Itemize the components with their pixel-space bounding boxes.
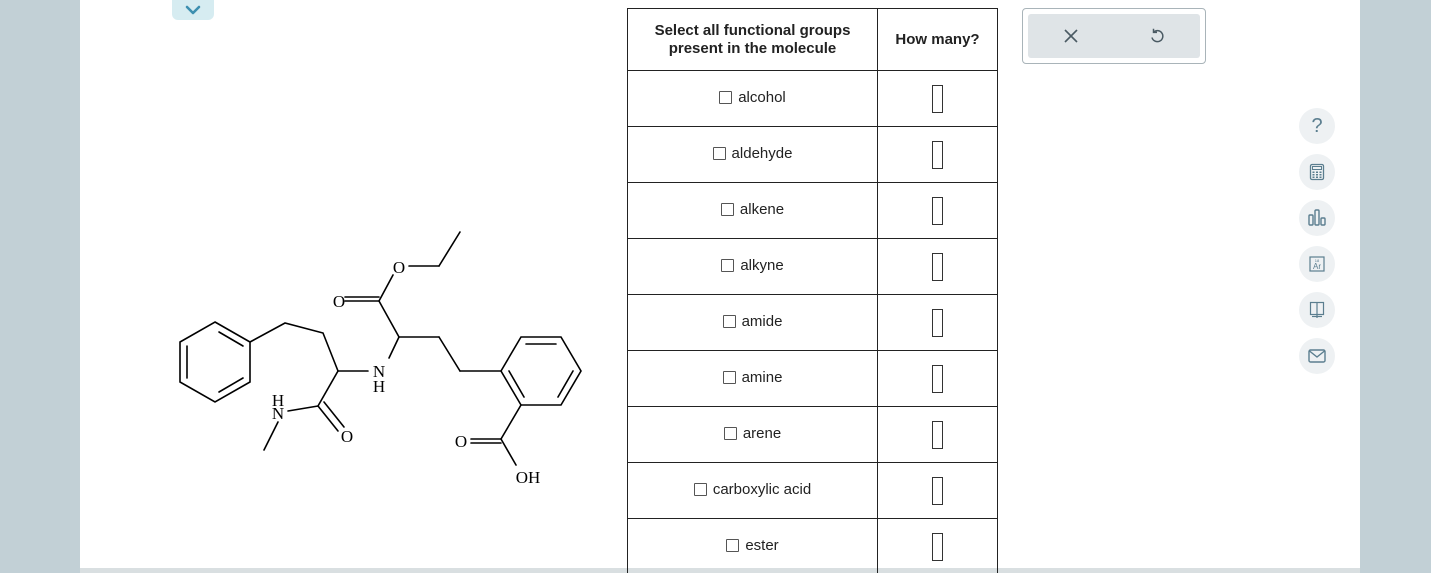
atom-n-amide: N [272,404,284,423]
table-row: alcohol [627,70,998,127]
option-ester[interactable]: ester [726,537,779,554]
option-aldehyde[interactable]: aldehyde [712,145,793,162]
option-carboxylic-acid[interactable]: carboxylic acid [693,481,812,498]
atom-h-amine: H [373,377,385,396]
count-input-alkene[interactable] [932,196,943,225]
textbook-button[interactable] [1299,292,1335,328]
table-row: arene [627,406,998,463]
count-input-ester[interactable] [932,532,943,561]
option-alcohol[interactable]: alcohol [719,89,786,106]
atom-o-ester-ether: O [393,258,405,277]
question-mark-icon: ? [1311,114,1323,137]
count-input-arene[interactable] [932,420,943,449]
option-amine[interactable]: amine [722,369,783,386]
option-alkene[interactable]: alkene [720,201,785,218]
svg-text:18: 18 [1315,258,1320,263]
undo-icon [1151,28,1164,43]
header-select-groups: Select all functional groups present in … [627,8,878,71]
table-row: alkyne [627,238,998,295]
book-icon [1309,301,1325,318]
table-row: amide [627,294,998,351]
count-input-amide[interactable] [932,308,943,337]
answer-actions [1022,8,1206,64]
option-label: carboxylic acid [712,481,812,498]
checkbox[interactable] [723,427,737,440]
bar-chart-icon [1308,209,1326,226]
periodic-table-icon: Ar 18 [1309,256,1325,272]
table-row: aldehyde [627,126,998,183]
option-label: alkene [739,201,785,218]
help-button[interactable]: ? [1299,108,1335,144]
option-label: alcohol [738,89,786,106]
atom-o-amide: O [341,427,353,446]
count-input-amine[interactable] [932,364,943,393]
count-input-alkyne[interactable] [932,252,943,281]
option-label: ester [745,537,779,554]
option-label: alkyne [740,257,784,274]
option-arene[interactable]: arene [723,425,782,442]
option-label: amine [741,369,783,386]
option-label: arene [742,425,782,442]
option-label: aldehyde [731,145,793,162]
checkbox[interactable] [726,539,740,552]
atom-o-acid: O [455,432,467,451]
chevron-down-icon [185,5,201,15]
checkbox[interactable] [722,371,736,384]
message-button[interactable] [1299,338,1335,374]
calculator-button[interactable] [1299,154,1335,190]
count-input-alcohol[interactable] [932,84,943,113]
option-alkyne[interactable]: alkyne [721,257,784,274]
atom-oh-acid: OH [516,468,541,487]
header-how-many: How many? [877,8,998,71]
checkbox[interactable] [719,91,733,104]
checkbox[interactable] [722,315,736,328]
functional-groups-table: Select all functional groups present in … [627,8,998,573]
table-row: ester [627,518,998,573]
table-row: amine [627,350,998,407]
svg-text:Ar: Ar [1313,262,1321,271]
count-input-carboxylic-acid[interactable] [932,476,943,505]
checkbox[interactable] [721,259,735,272]
undo-button[interactable] [1137,16,1177,56]
mail-icon [1308,349,1326,363]
table-row: alkene [627,182,998,239]
clear-button[interactable] [1051,16,1091,56]
count-input-aldehyde[interactable] [932,140,943,169]
atom-o-ester-carbonyl: O [333,292,345,311]
checkbox[interactable] [693,483,707,496]
molecule-structure: O O N H H N O O OH [179,231,582,487]
table-row: carboxylic acid [627,462,998,519]
collapse-button[interactable] [172,0,214,20]
checkbox[interactable] [720,203,734,216]
calculator-icon [1309,163,1325,181]
option-label: amide [741,313,783,330]
close-icon [1064,29,1078,43]
option-amide[interactable]: amide [722,313,783,330]
answer-actions-bar [1028,14,1200,58]
data-chart-button[interactable] [1299,200,1335,236]
checkbox[interactable] [712,147,726,160]
side-toolbar: ? Ar 18 [1299,108,1335,384]
periodic-table-button[interactable]: Ar 18 [1299,246,1335,282]
